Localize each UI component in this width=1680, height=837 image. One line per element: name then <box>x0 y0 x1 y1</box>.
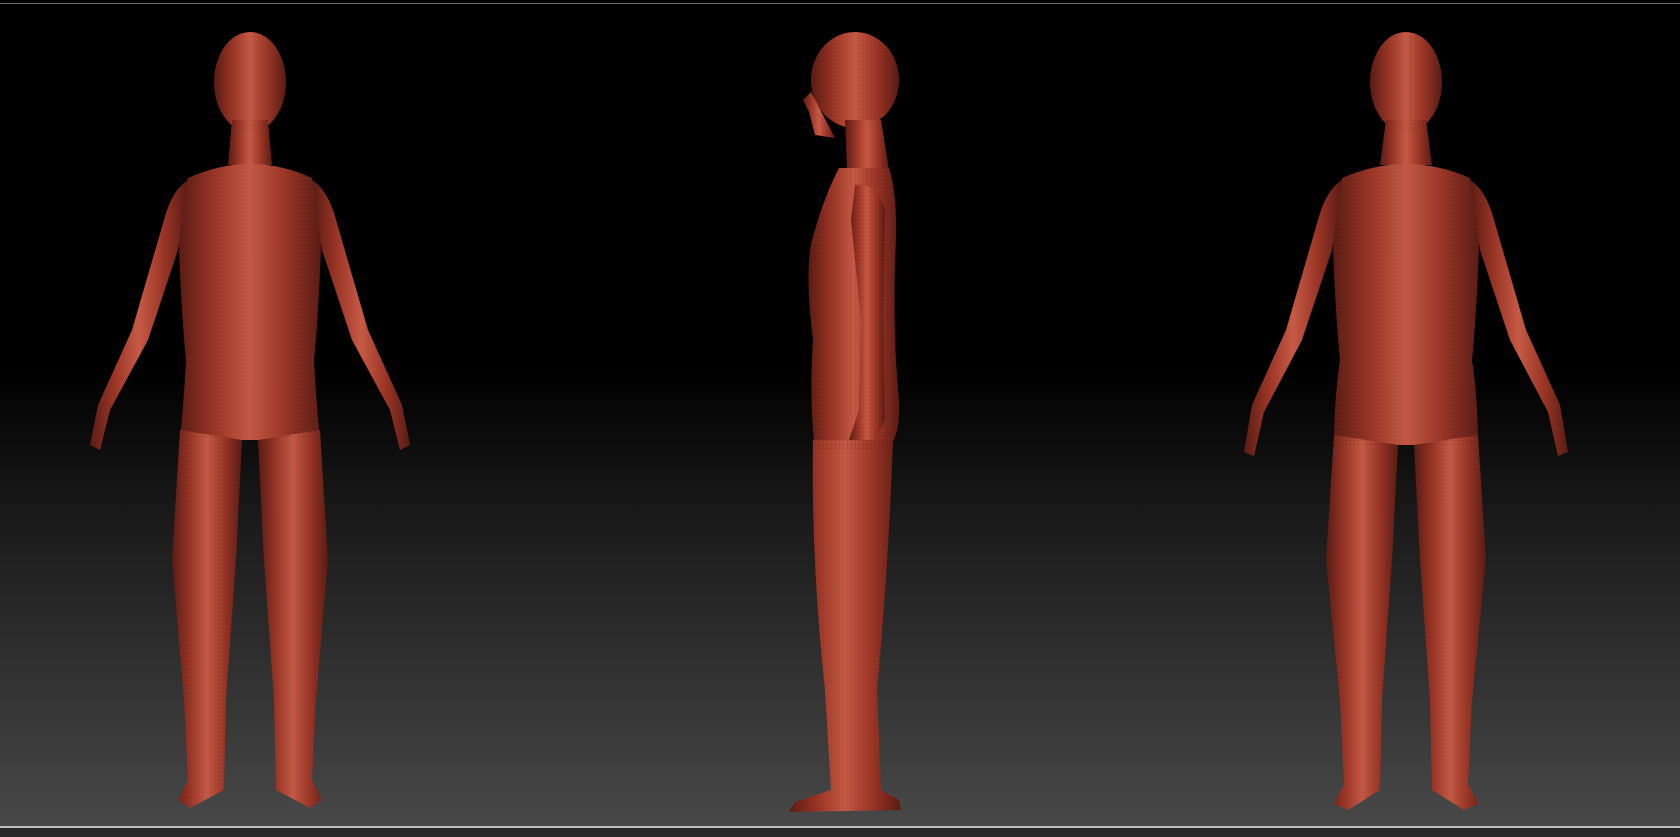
viewport-bottom-strip <box>0 828 1680 837</box>
sculpt-viewport[interactable] <box>0 0 1680 837</box>
back-view-figure[interactable] <box>1244 32 1568 810</box>
side-view-figure[interactable] <box>789 32 901 812</box>
front-view-figure[interactable] <box>90 32 410 808</box>
model-views[interactable] <box>0 0 1680 837</box>
